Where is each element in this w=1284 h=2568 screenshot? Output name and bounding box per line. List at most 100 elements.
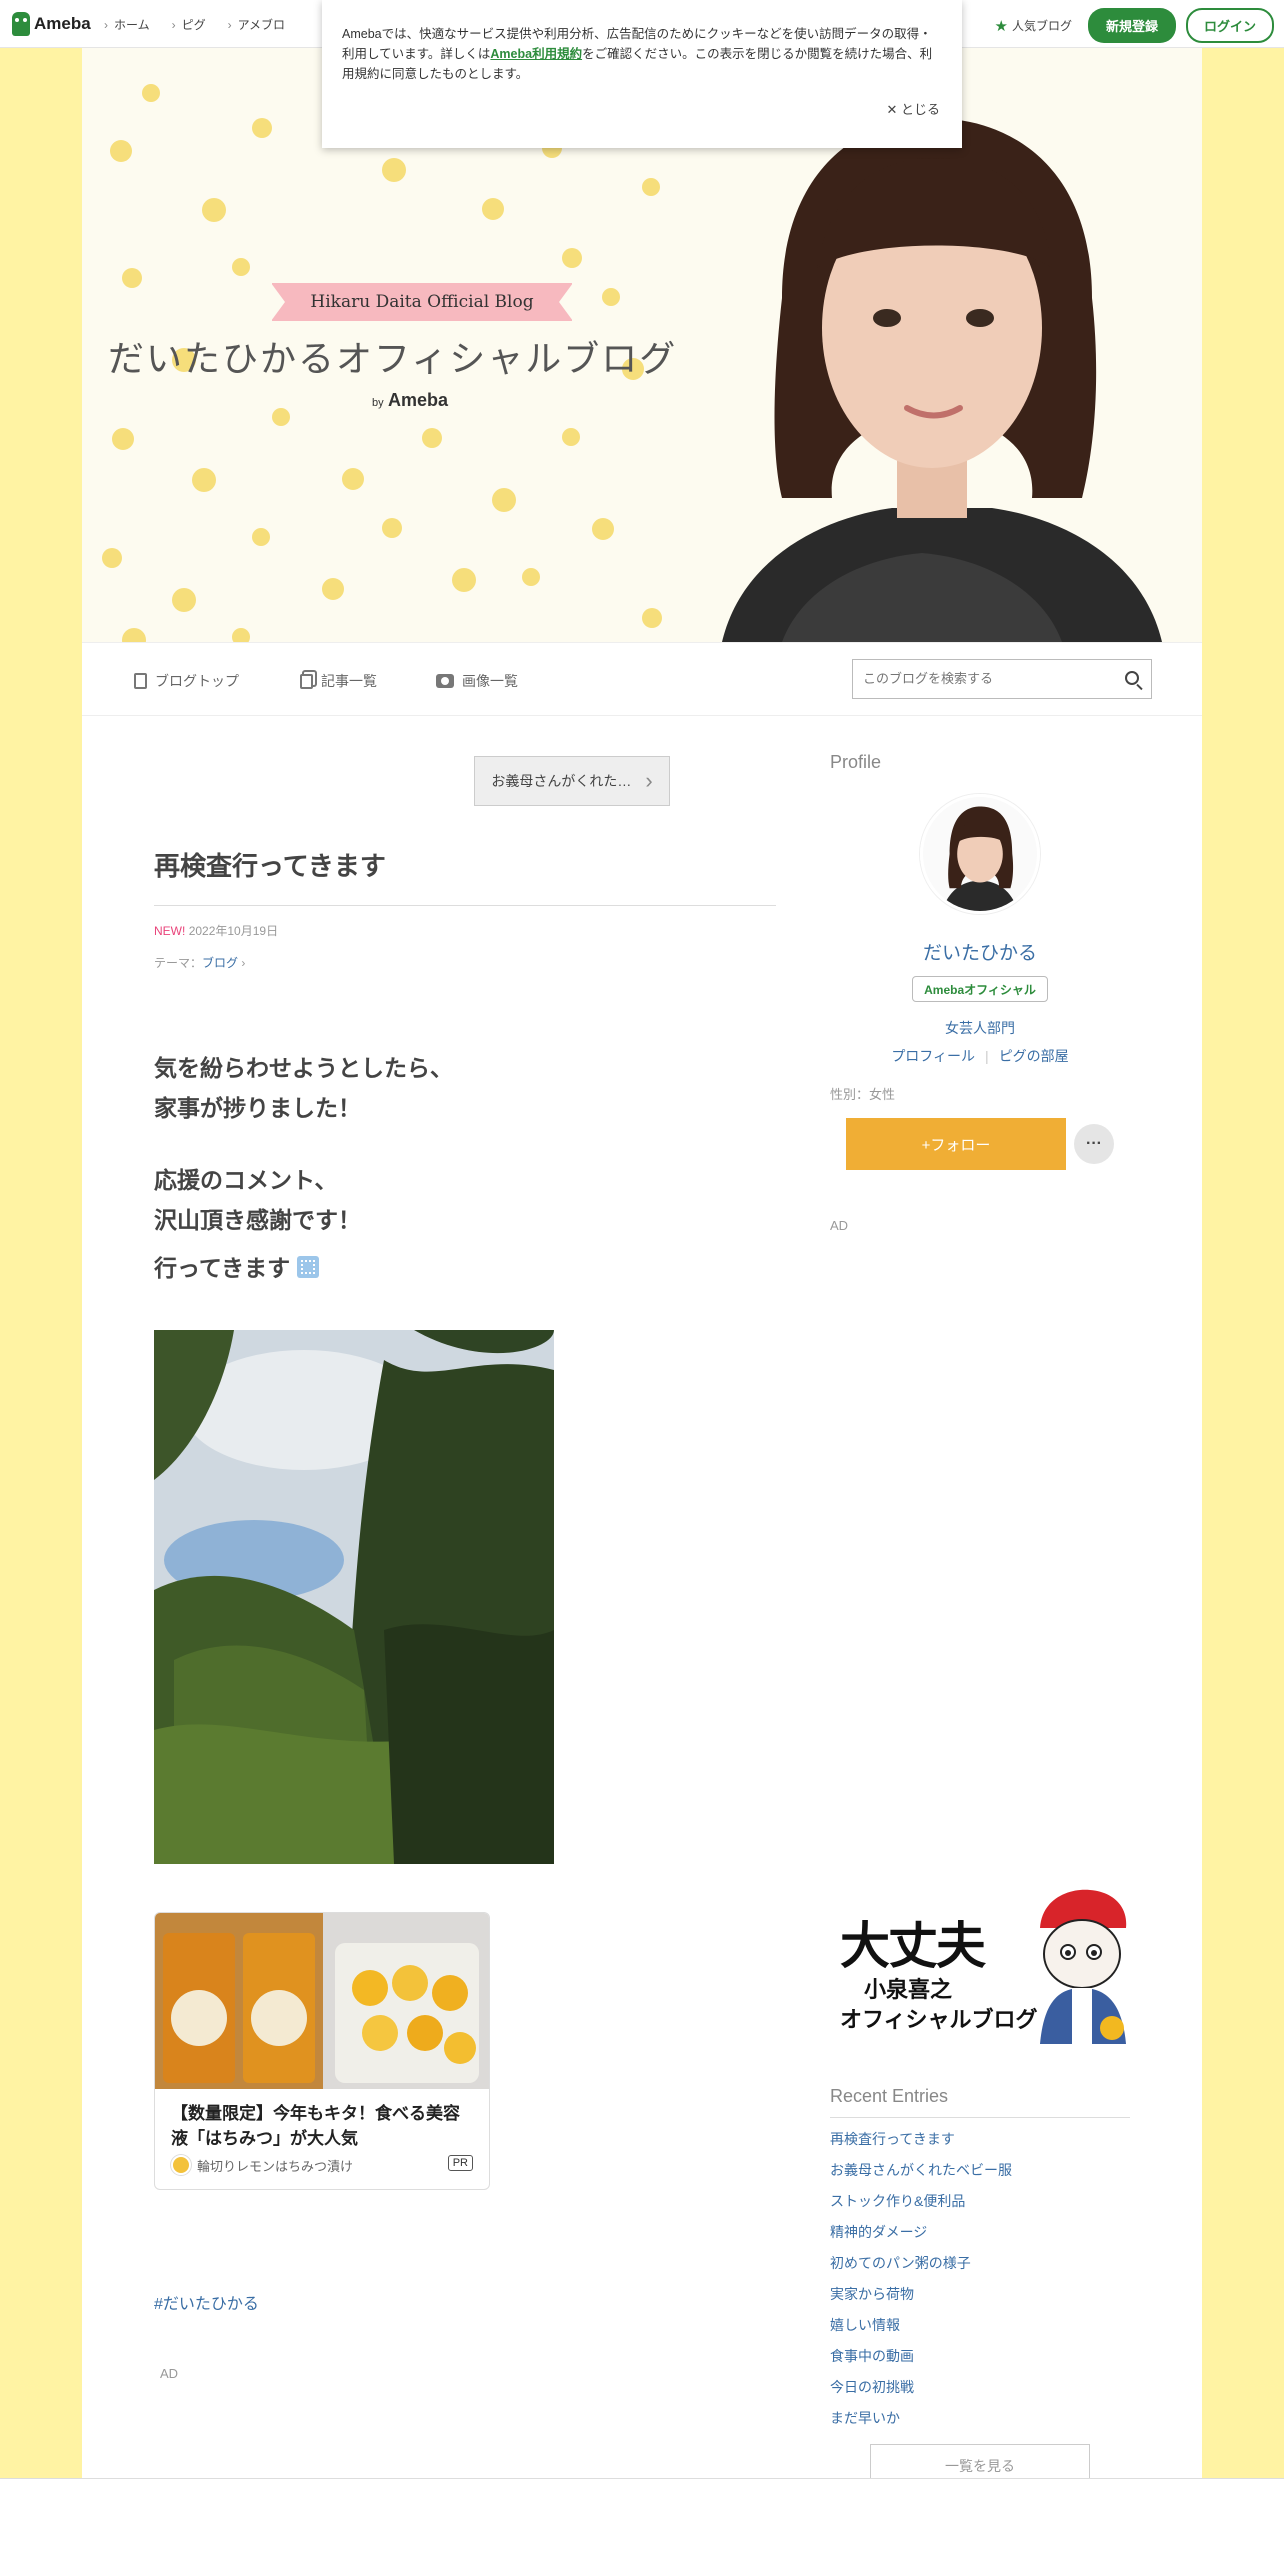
profile-category[interactable]: 女芸人部門: [830, 1018, 1130, 1038]
polka-dot: [142, 84, 160, 102]
entry-line: 行ってきます: [154, 1255, 291, 1281]
nav-blog-top[interactable]: ブログトップ: [134, 671, 239, 691]
entry-title[interactable]: 再検査行ってきます: [154, 846, 776, 906]
header-actions: ★ 人気ブログ 新規登録 ログイン: [995, 8, 1274, 43]
popular-blog-link[interactable]: ★ 人気ブログ: [995, 17, 1072, 35]
profile-links: プロフィール | ピグの部屋: [830, 1046, 1130, 1066]
pig-room-link[interactable]: ピグの部屋: [999, 1048, 1069, 1064]
theme-link[interactable]: ブログ: [202, 956, 238, 970]
recent-entry-link[interactable]: 実家から荷物: [830, 2279, 1012, 2310]
profile-gender: 性別：女性: [830, 1087, 896, 1102]
polka-dot: [172, 588, 196, 612]
entry-line: 気を紛らわせようとしたら、: [154, 1055, 453, 1081]
entry-photo[interactable]: [154, 1330, 554, 1864]
recent-entry-link[interactable]: 精神的ダメージ: [830, 2217, 1012, 2248]
blog-search-input[interactable]: [853, 660, 1103, 696]
ad-source-label: 輪切りレモンはちみつ漬け: [197, 2158, 354, 2174]
polka-dot: [522, 568, 540, 586]
link-separator: |: [985, 1048, 989, 1064]
official-badge[interactable]: Amebaオフィシャル: [912, 976, 1048, 1002]
polka-dot: [232, 258, 250, 276]
follow-button[interactable]: +フォロー: [846, 1118, 1066, 1170]
close-icon: ✕: [886, 102, 898, 117]
recent-entry-link[interactable]: 再検査行ってきます: [830, 2124, 1012, 2155]
nav-entry-list[interactable]: 記事一覧: [300, 671, 377, 691]
ameba-brand: Ameba: [387, 390, 448, 410]
polka-dot: [642, 178, 660, 196]
banner-text-2: 小泉喜之: [864, 1977, 953, 2002]
terms-link[interactable]: Ameba利用規約: [490, 47, 582, 61]
blog-nav: ブログトップ 記事一覧 画像一覧: [82, 642, 1202, 716]
more-options-button[interactable]: ···: [1074, 1124, 1114, 1164]
banner-text-3: オフィシャルブログ: [840, 2007, 1038, 2032]
blog-search: [852, 659, 1152, 699]
theme-label: テーマ：: [154, 956, 203, 970]
recent-entry-link[interactable]: 嬉しい情報: [830, 2310, 1012, 2341]
polka-dot: [192, 468, 216, 492]
polka-dot: [322, 578, 344, 600]
polka-dot: [422, 428, 442, 448]
polka-dot: [252, 528, 270, 546]
polka-dot: [382, 518, 402, 538]
polka-dot: [492, 488, 516, 512]
official-blog-banner[interactable]: 大丈夫 小泉喜之 オフィシャルブログ: [834, 1888, 1130, 2044]
polka-dot: [122, 268, 142, 288]
ad-image: [155, 1913, 489, 2089]
cookie-close-button[interactable]: ✕ とじる: [886, 100, 940, 120]
polka-dot: [562, 248, 582, 268]
ameba-logo-text: Ameba: [34, 14, 91, 33]
login-button[interactable]: ログイン: [1185, 8, 1274, 43]
entry-paragraph-3: 行ってきます: [154, 1248, 754, 1288]
nav-ameblo[interactable]: アメブロ: [228, 16, 285, 33]
nav-image-list[interactable]: 画像一覧: [436, 671, 518, 691]
banner-text-1: 大丈夫: [840, 1918, 986, 1974]
star-icon: ★: [994, 17, 1008, 35]
entry-meta: NEW! 2022年10月19日: [154, 922, 278, 939]
polka-dot: [252, 118, 272, 138]
nav-home[interactable]: ホーム: [104, 16, 150, 33]
ad-card[interactable]: 【数量限定】今年もキタ！食べる美容液「はちみつ」が大人気 輪切りレモンはちみつ漬…: [154, 1912, 490, 2190]
copy-icon: [300, 673, 313, 689]
recent-entry-link[interactable]: ストック作り&便利品: [830, 2186, 1012, 2217]
entry-theme: テーマ：ブログ ›: [154, 954, 245, 971]
main-content: お義母さんがくれた… › 再検査行ってきます NEW! 2022年10月19日 …: [82, 716, 1202, 2488]
polka-dot: [102, 548, 122, 568]
profile-name[interactable]: だいたひかる: [830, 938, 1130, 965]
by-label: by: [372, 397, 384, 409]
cookie-notice: Amebaでは、快適なサービス提供や利用分析、広告配信のためにクッキーなどを使い…: [322, 0, 962, 148]
recent-entries-list: 再検査行ってきます お義母さんがくれたベビー服 ストック作り&便利品 精神的ダメ…: [830, 2124, 1012, 2434]
nav-pig[interactable]: ピグ: [172, 16, 206, 33]
entry-paragraph-1: 気を紛らわせようとしたら、 家事が捗りました！: [154, 1048, 754, 1128]
chevron-right-icon: ›: [645, 768, 653, 793]
profile-link[interactable]: プロフィール: [891, 1048, 975, 1064]
search-icon[interactable]: [1125, 671, 1139, 685]
prev-entry-button[interactable]: お義母さんがくれた… ›: [474, 756, 670, 806]
header-ribbon: Hikaru Daita Official Blog: [271, 283, 573, 321]
entry-line: 応援のコメント、: [154, 1167, 338, 1193]
polka-dot: [122, 628, 146, 642]
profile-avatar[interactable]: [920, 794, 1040, 914]
polka-dot: [602, 288, 620, 306]
ameba-logo[interactable]: Ameba: [12, 12, 91, 36]
nav-blog-top-label: ブログトップ: [155, 673, 239, 689]
polka-dot: [452, 568, 476, 592]
recent-entry-link[interactable]: 今日の初挑戦: [830, 2372, 1012, 2403]
hospital-emoji-icon: [296, 1256, 319, 1278]
nav-image-list-label: 画像一覧: [462, 673, 518, 689]
polka-dot: [110, 140, 132, 162]
recent-entry-link[interactable]: お義母さんがくれたベビー服: [830, 2155, 1012, 2186]
ad-label-bottom: AD: [160, 2366, 179, 2381]
recent-entry-link[interactable]: 食事中の動画: [830, 2341, 1012, 2372]
signup-button[interactable]: 新規登録: [1087, 8, 1176, 43]
hashtag-link[interactable]: #だいたひかる: [154, 2290, 259, 2314]
polka-dot: [112, 428, 134, 450]
polka-dot: [482, 198, 504, 220]
recent-entry-link[interactable]: まだ早いか: [830, 2403, 1012, 2434]
lemon-icon: [171, 2155, 191, 2175]
recent-entries-heading: Recent Entries: [830, 2086, 1130, 2118]
by-ameba-logo: by Ameba: [372, 390, 448, 411]
recent-entry-link[interactable]: 初めてのパン粥の様子: [830, 2248, 1012, 2279]
header-portrait-image: [722, 118, 1162, 642]
polka-dot: [592, 518, 614, 540]
entry-line: 家事が捗りました！: [154, 1095, 361, 1121]
